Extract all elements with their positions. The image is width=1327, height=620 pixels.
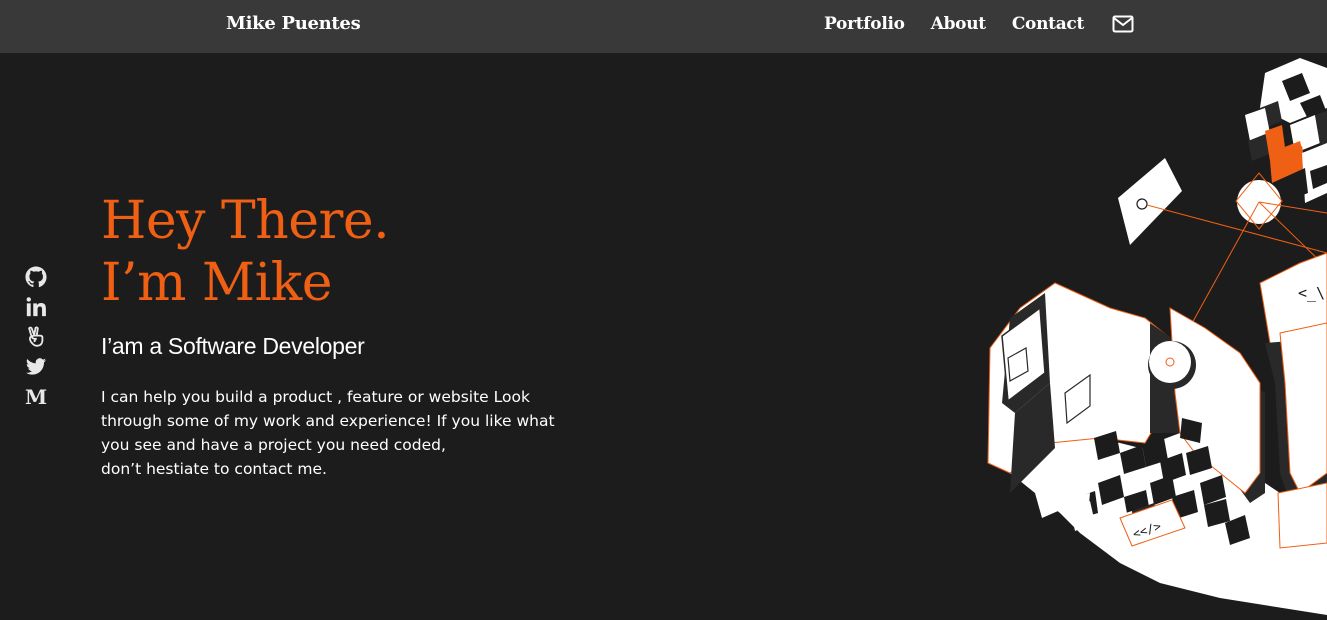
nav-link-contact[interactable]: Contact: [1012, 14, 1085, 34]
hero-title: Hey There. I’m Mike: [101, 190, 390, 314]
navbar: Mike Puentes Portfolio About Contact: [0, 0, 1327, 53]
hero-description-line: you see and have a project you need code…: [101, 436, 446, 454]
hero-title-line-2: I’m Mike: [101, 253, 333, 313]
medium-icon[interactable]: M: [25, 386, 47, 408]
hero-illustration: <_\ <</>: [960, 53, 1327, 615]
angellist-icon[interactable]: [25, 326, 47, 348]
linkedin-icon[interactable]: [25, 296, 47, 318]
nav-links: Portfolio About Contact: [824, 14, 1134, 34]
social-links: M: [25, 266, 49, 416]
isometric-code-illustration: <_\ <</>: [987, 58, 1327, 615]
hero-description-line: don’t hestiate to contact me.: [101, 460, 327, 478]
brand-logo[interactable]: Mike Puentes: [226, 13, 361, 34]
mail-icon[interactable]: [1112, 15, 1134, 33]
hero-description-line: through some of my work and experience! …: [101, 412, 555, 430]
hero-subtitle: I’am a Software Developer: [101, 333, 365, 359]
hero-title-line-1: Hey There.: [101, 191, 390, 251]
code-tag-top: <_\: [1298, 284, 1325, 302]
nav-link-about[interactable]: About: [931, 14, 986, 34]
github-icon[interactable]: [25, 266, 47, 288]
hero-description-line: I can help you build a product , feature…: [101, 388, 530, 406]
hero-description: I can help you build a product , feature…: [101, 385, 581, 481]
nav-link-portfolio[interactable]: Portfolio: [824, 14, 905, 34]
twitter-icon[interactable]: [25, 356, 47, 378]
